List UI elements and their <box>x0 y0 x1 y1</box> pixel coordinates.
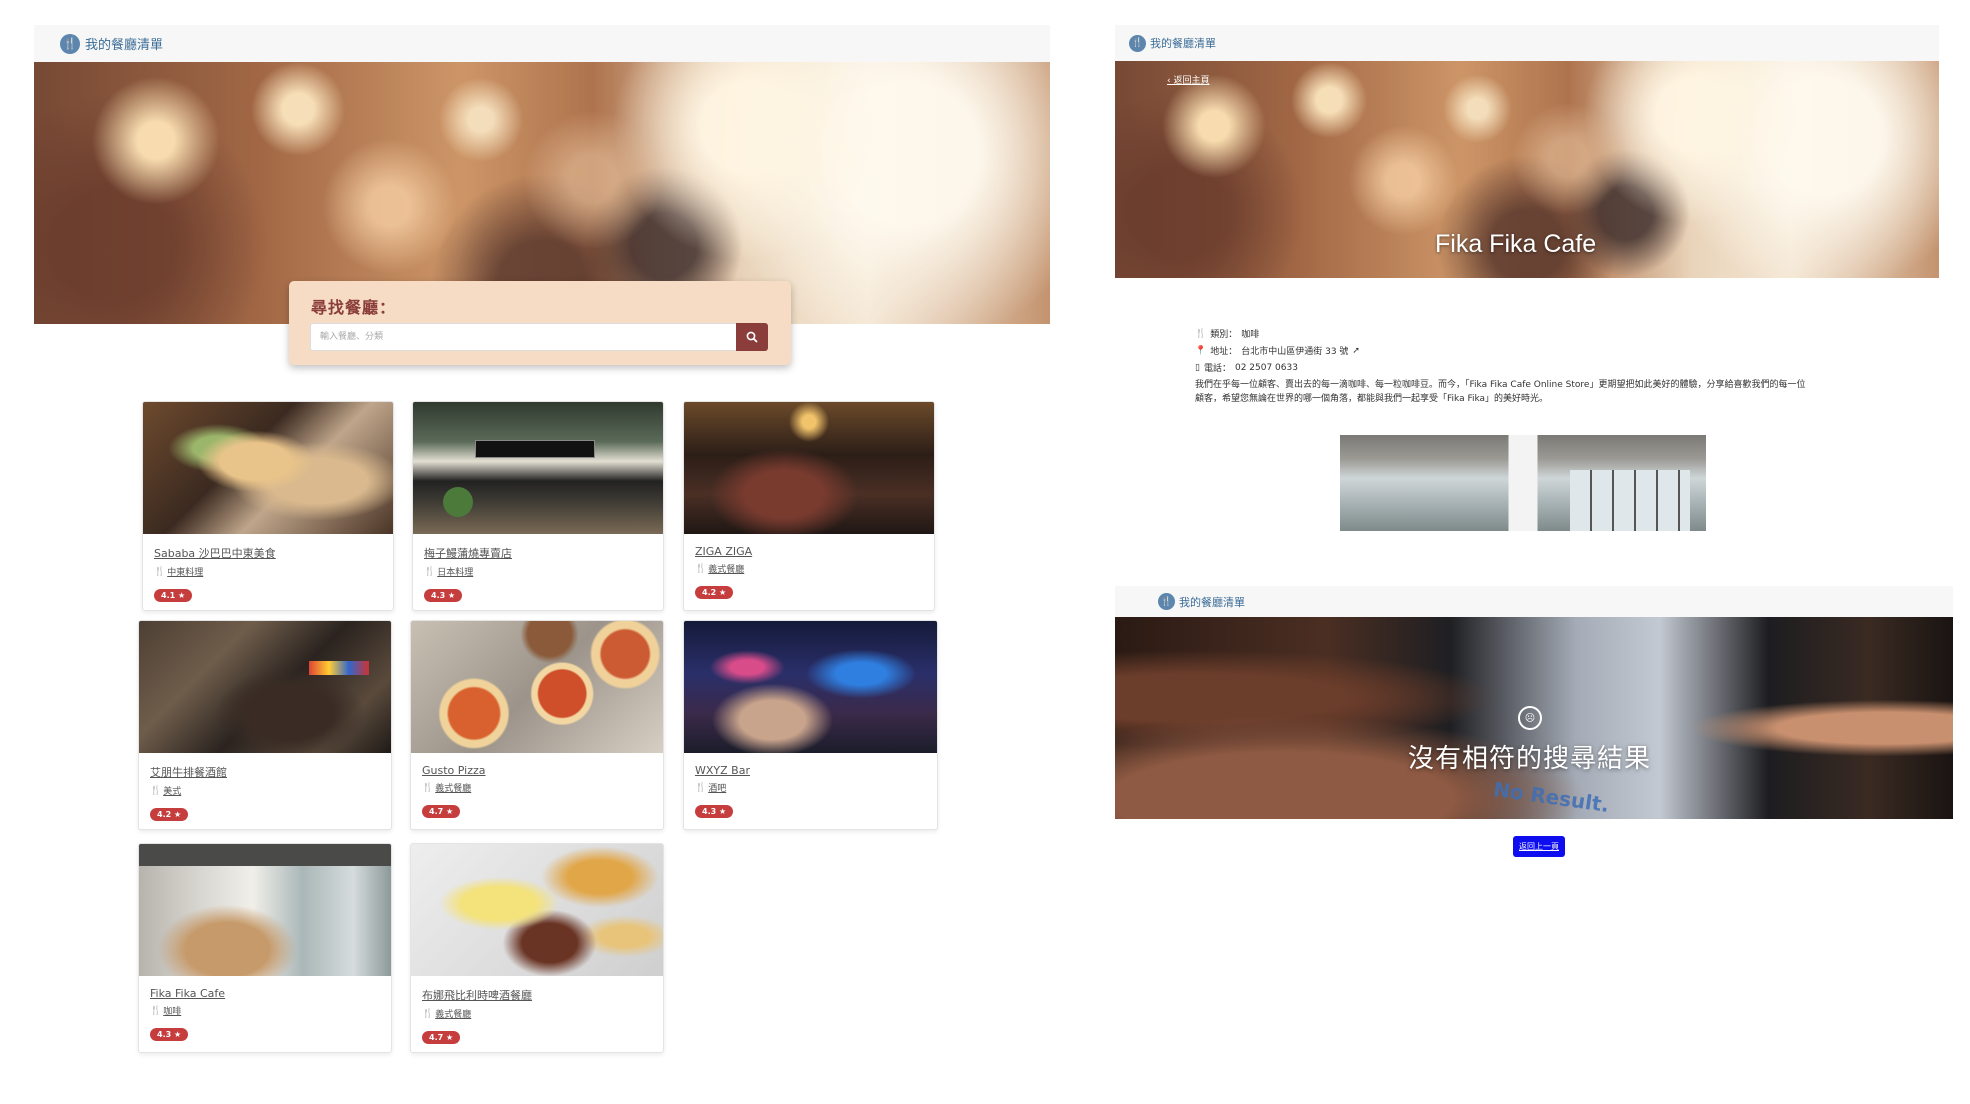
restaurant-card[interactable]: Fika Fika Cafe 🍴 咖啡 4.3 ★ <box>138 843 392 1053</box>
restaurant-category: 🍴 酒吧 <box>695 782 727 795</box>
rating-badge: 4.7 ★ <box>422 1031 461 1044</box>
brand-link[interactable]: 🍴 我的餐廳清單 <box>1129 34 1216 52</box>
restaurant-category: 🍴 義式餐廳 <box>422 1008 472 1021</box>
restaurant-photo <box>411 844 663 976</box>
utensils-icon: 🍴 <box>422 1008 434 1019</box>
utensils-icon: 🍴 <box>150 785 162 796</box>
restaurant-photo <box>684 402 934 534</box>
restaurant-category: 🍴 日本料理 <box>424 566 474 579</box>
utensils-icon: 🍴 <box>424 566 436 577</box>
restaurant-photo <box>411 621 663 753</box>
navbar: 🍴 我的餐廳清單 <box>34 25 1050 62</box>
brand-name: 我的餐廳清單 <box>1150 37 1216 50</box>
restaurant-card[interactable]: Sababa 沙巴巴中東美食 🍴 中東料理 4.1 ★ <box>142 401 394 611</box>
navbar: 🍴 我的餐廳清單 <box>1115 25 1939 61</box>
rating-badge: 4.3 ★ <box>695 805 734 818</box>
restaurant-photo <box>143 402 393 534</box>
detail-screen: 🍴 我的餐廳清單 ‹ 返回主頁 Fika Fika Cafe 🍴 類別： 咖啡 📍 地… <box>1115 25 1939 545</box>
location-arrow-icon[interactable]: ➚ <box>1352 346 1360 356</box>
restaurant-name[interactable]: Gusto Pizza <box>422 764 652 777</box>
restaurant-card[interactable]: Gusto Pizza 🍴 義式餐廳 4.7 ★ <box>410 620 664 830</box>
restaurant-photo <box>684 621 937 753</box>
sad-face-icon: ☹ <box>1518 706 1542 730</box>
utensils-logo-icon: 🍴 <box>1129 34 1146 52</box>
restaurant-name[interactable]: 梅子鰻蒲燒專賣店 <box>424 545 652 561</box>
restaurant-category: 🍴 義式餐廳 <box>695 563 745 576</box>
brand-name: 我的餐廳清單 <box>1179 595 1245 609</box>
restaurant-name[interactable]: Sababa 沙巴巴中東美食 <box>154 545 382 561</box>
navbar: 🍴 我的餐廳清單 <box>1115 586 1953 617</box>
restaurant-name[interactable]: 艾朋牛排餐酒館 <box>150 764 380 780</box>
no-result-phone-text: No Result. <box>1491 777 1611 817</box>
no-result-screen: 🍴 我的餐廳清單 No Result. ☹ 沒有相符的搜尋結果 返回上一頁 <box>1115 586 1953 866</box>
no-result-title: 沒有相符的搜尋結果 <box>1408 744 1652 774</box>
rating-badge: 4.2 ★ <box>150 808 189 821</box>
brand-link[interactable]: 🍴 我的餐廳清單 <box>60 33 164 54</box>
map-marker-icon: 📍 <box>1195 345 1207 356</box>
search-button[interactable] <box>736 323 768 351</box>
restaurant-card[interactable]: ZIGA ZIGA 🍴 義式餐廳 4.2 ★ <box>683 401 935 611</box>
utensils-icon: 🍴 <box>1195 328 1207 339</box>
rating-badge: 4.1 ★ <box>154 589 193 602</box>
utensils-icon: 🍴 <box>695 782 707 793</box>
rating-badge: 4.3 ★ <box>424 589 463 602</box>
search-input[interactable]: 輸入餐廳、分類 <box>310 323 738 351</box>
restaurant-card[interactable]: 梅子鰻蒲燒專賣店 🍴 日本料理 4.3 ★ <box>412 401 664 611</box>
restaurant-card[interactable]: 布娜飛比利時啤酒餐廳 🍴 義式餐廳 4.7 ★ <box>410 843 664 1053</box>
phone-line: ▯ 電話： 02 2507 0633 <box>1195 362 1298 375</box>
mobile-phone-icon: ▯ <box>1195 362 1200 373</box>
utensils-icon: 🍴 <box>695 563 707 574</box>
restaurant-photo <box>413 402 663 534</box>
rating-badge: 4.7 ★ <box>422 805 461 818</box>
utensils-logo-icon: 🍴 <box>60 33 80 54</box>
utensils-logo-icon: 🍴 <box>1158 593 1175 610</box>
category-line: 🍴 類別： 咖啡 <box>1195 328 1260 341</box>
restaurant-category: 🍴 中東料理 <box>154 566 204 579</box>
search-panel: 尋找餐廳： 輸入餐廳、分類 <box>289 281 791 365</box>
rating-badge: 4.3 ★ <box>150 1028 189 1041</box>
utensils-icon: 🍴 <box>422 782 434 793</box>
restaurant-description: 我們在乎每一位顧客、賣出去的每一滴咖啡、每一粒咖啡豆。而今，「Fika Fika… <box>1195 380 1806 404</box>
brand-name: 我的餐廳清單 <box>85 38 164 53</box>
brand-link[interactable]: 🍴 我的餐廳清單 <box>1158 593 1245 610</box>
restaurant-category: 🍴 義式餐廳 <box>422 782 472 795</box>
search-icon <box>746 331 758 343</box>
restaurant-title: Fika Fika Cafe <box>1435 230 1597 258</box>
search-title: 尋找餐廳： <box>311 298 397 317</box>
restaurant-photo <box>139 621 391 753</box>
restaurant-category: 🍴 咖啡 <box>150 1005 182 1018</box>
back-button[interactable]: 返回上一頁 <box>1513 836 1565 857</box>
restaurant-photo <box>1340 435 1706 531</box>
utensils-icon: 🍴 <box>154 566 166 577</box>
restaurant-name[interactable]: 布娜飛比利時啤酒餐廳 <box>422 987 652 1003</box>
restaurant-photo <box>139 844 391 976</box>
restaurant-card[interactable]: WXYZ Bar 🍴 酒吧 4.3 ★ <box>683 620 938 830</box>
address-line: 📍 地址： 台北市中山區伊通街 33 號 ➚ <box>1195 345 1360 358</box>
utensils-icon: 🍴 <box>150 1005 162 1016</box>
back-to-home-link[interactable]: ‹ 返回主頁 <box>1167 73 1209 86</box>
rating-badge: 4.2 ★ <box>695 586 734 599</box>
restaurant-name[interactable]: WXYZ Bar <box>695 764 926 777</box>
restaurant-name[interactable]: ZIGA ZIGA <box>695 545 923 558</box>
restaurant-card[interactable]: 艾朋牛排餐酒館 🍴 美式 4.2 ★ <box>138 620 392 830</box>
restaurant-category: 🍴 美式 <box>150 785 182 798</box>
restaurant-name[interactable]: Fika Fika Cafe <box>150 987 380 1000</box>
